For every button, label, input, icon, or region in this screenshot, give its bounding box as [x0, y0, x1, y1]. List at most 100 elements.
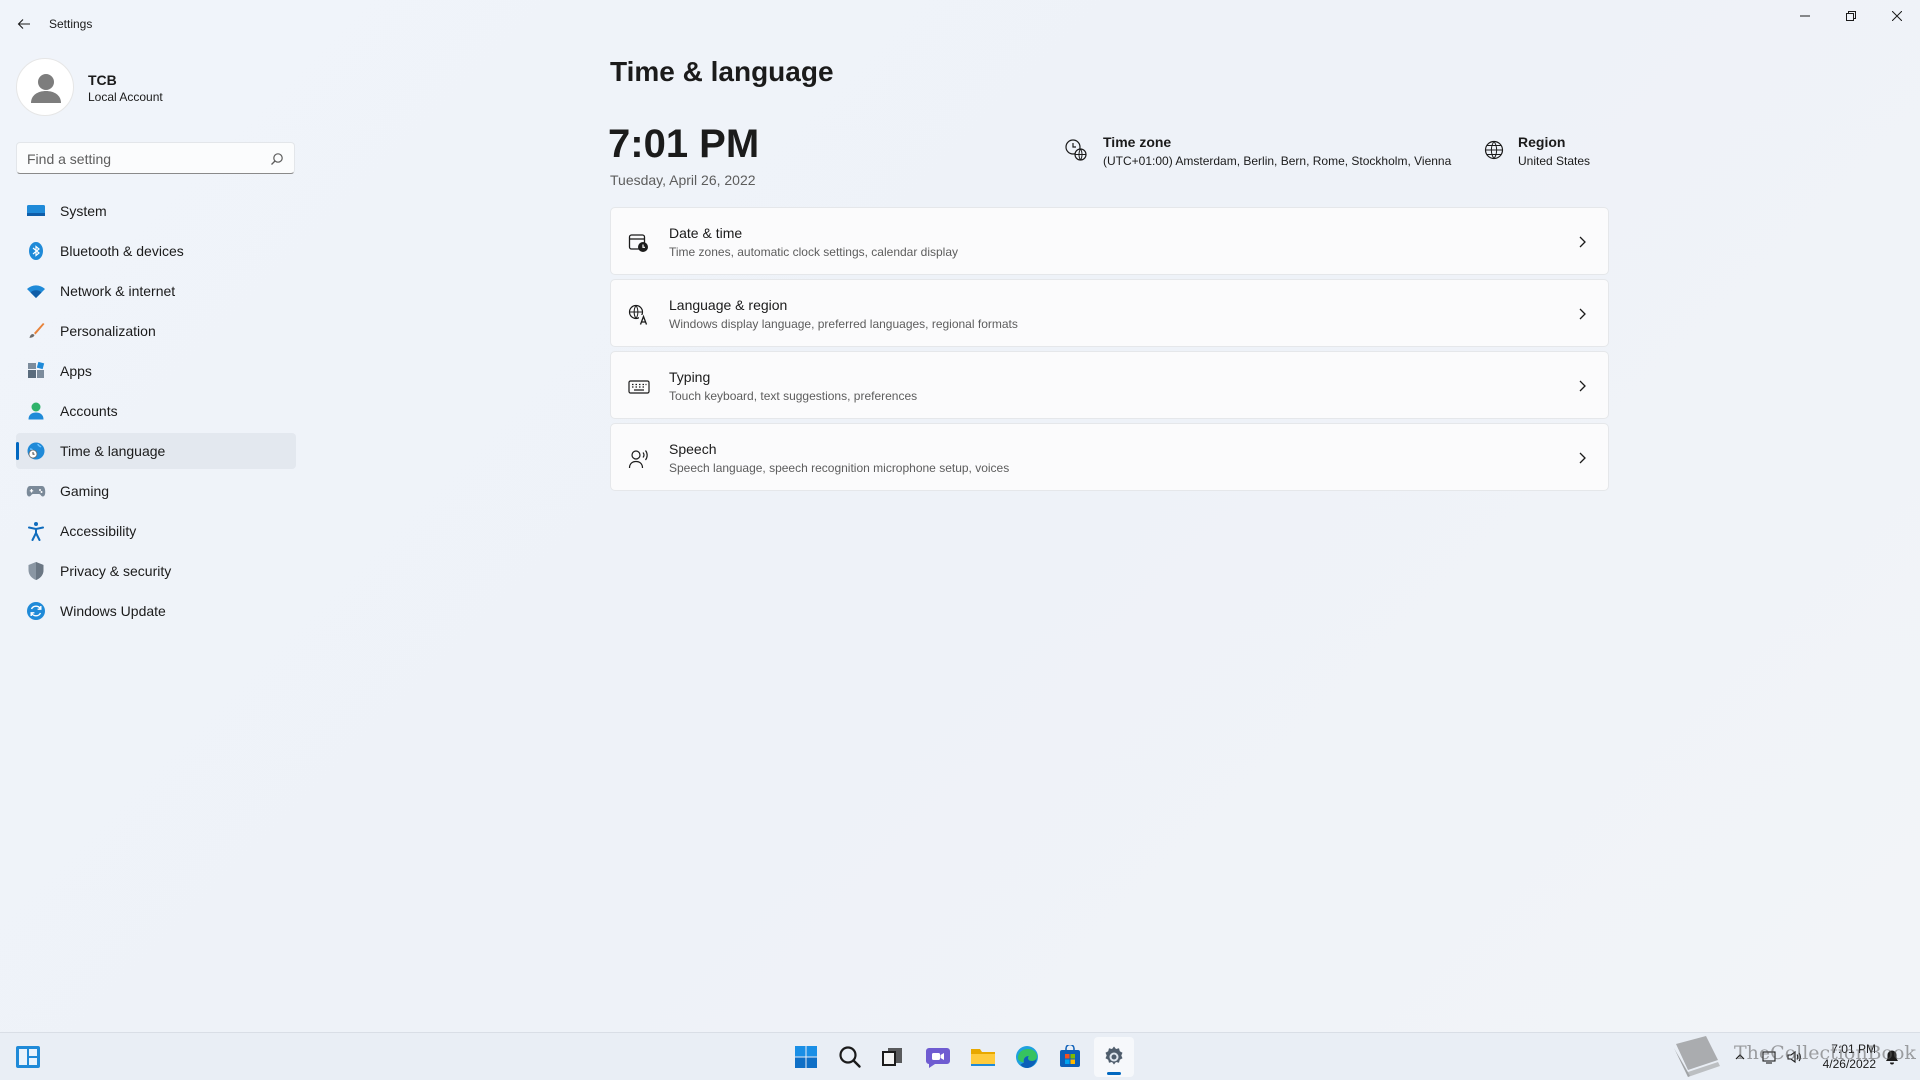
sidebar-item-label: Personalization — [60, 323, 156, 339]
accessibility-icon — [26, 521, 46, 541]
search-taskbar-button[interactable] — [830, 1037, 870, 1077]
chat-button[interactable] — [918, 1037, 958, 1077]
folder-icon — [971, 1049, 995, 1066]
sidebar-item-bluetooth[interactable]: Bluetooth & devices — [16, 233, 296, 269]
chevron-right-icon — [1579, 236, 1586, 248]
sidebar-item-privacy[interactable]: Privacy & security — [16, 553, 296, 589]
store-button[interactable] — [1050, 1037, 1090, 1077]
sidebar-item-label: Network & internet — [60, 283, 176, 299]
watermark-text: TheCollectionBook — [1734, 1042, 1916, 1064]
chat-icon — [926, 1048, 950, 1068]
apps-icon — [26, 361, 46, 381]
sidebar-item-label: Accounts — [60, 403, 118, 419]
system-icon — [26, 201, 46, 221]
accounts-icon — [26, 401, 46, 421]
title-bar: Settings — [0, 0, 1920, 48]
store-icon — [1060, 1045, 1080, 1067]
sidebar-item-label: Bluetooth & devices — [60, 243, 184, 259]
card-title: Typing — [669, 369, 711, 385]
edge-browser-icon — [1016, 1046, 1038, 1068]
typing-card[interactable]: Typing Touch keyboard, text suggestions,… — [610, 351, 1609, 419]
wifi-icon — [26, 281, 46, 301]
sidebar-item-time-language[interactable]: Time & language — [16, 433, 296, 469]
search-icon[interactable] — [270, 152, 284, 166]
sidebar-item-label: Accessibility — [60, 523, 137, 539]
gear-icon — [1105, 1046, 1123, 1065]
user-profile[interactable]: TCB Local Account — [16, 58, 296, 118]
sidebar-item-system[interactable]: System — [16, 193, 296, 229]
sidebar-item-accessibility[interactable]: Accessibility — [16, 513, 296, 549]
settings-window: Settings TCB Local Account Find a settin… — [0, 0, 1920, 1032]
time-zone-icon — [1065, 139, 1087, 161]
sidebar-item-gaming[interactable]: Gaming — [16, 473, 296, 509]
taskbar: 7:01 PM 4/26/2022 — [0, 1032, 1920, 1080]
back-button[interactable] — [12, 12, 36, 36]
task-view-icon — [882, 1048, 902, 1066]
task-view-button[interactable] — [872, 1037, 912, 1077]
update-icon — [26, 601, 46, 621]
settings-taskbar-button[interactable] — [1094, 1037, 1134, 1077]
chevron-right-icon — [1579, 380, 1586, 392]
globe-clock-icon — [26, 441, 46, 461]
account-type: Local Account — [88, 90, 163, 104]
edge-button[interactable] — [1007, 1037, 1047, 1077]
start-button[interactable] — [786, 1037, 826, 1077]
current-time: 7:01 PM — [608, 122, 760, 166]
search-icon — [839, 1046, 861, 1068]
restore-button[interactable] — [1828, 0, 1874, 32]
app-title: Settings — [49, 17, 93, 31]
sidebar-item-label: Apps — [60, 363, 92, 379]
sidebar-nav: System Bluetooth & devices Network & int… — [16, 193, 296, 633]
card-subtitle: Windows display language, preferred lang… — [669, 317, 1018, 331]
time-zone-title: Time zone — [1103, 134, 1172, 150]
region-value: United States — [1518, 154, 1591, 168]
sidebar-item-network[interactable]: Network & internet — [16, 273, 296, 309]
close-button[interactable] — [1874, 0, 1920, 32]
language-region-card[interactable]: Language & region Windows display langua… — [610, 279, 1609, 347]
gamepad-icon — [26, 481, 46, 501]
date-time-card[interactable]: Date & time Time zones, automatic clock … — [610, 207, 1609, 275]
globe-icon — [1484, 140, 1504, 160]
shield-icon — [26, 561, 46, 581]
current-date: Tuesday, April 26, 2022 — [610, 172, 756, 188]
time-zone-info: Time zone (UTC+01:00) Amsterdam, Berlin,… — [1064, 132, 1464, 172]
region-info: Region United States — [1482, 132, 1622, 172]
time-zone-value: (UTC+01:00) Amsterdam, Berlin, Bern, Rom… — [1103, 154, 1452, 168]
minimize-icon — [1800, 15, 1810, 17]
card-subtitle: Time zones, automatic clock settings, ca… — [669, 245, 959, 259]
widgets-button[interactable] — [8, 1037, 48, 1077]
settings-cards: Date & time Time zones, automatic clock … — [610, 207, 1609, 495]
sidebar-item-label: Windows Update — [60, 603, 166, 619]
page-title: Time & language — [610, 56, 834, 87]
chevron-right-icon — [1579, 308, 1586, 320]
widgets-icon — [16, 1046, 40, 1068]
minimize-button[interactable] — [1782, 0, 1828, 32]
sidebar-item-label: System — [60, 203, 107, 219]
card-title: Language & region — [669, 297, 788, 313]
speech-card[interactable]: Speech Speech language, speech recogniti… — [610, 423, 1609, 491]
language-icon — [628, 304, 650, 326]
sidebar-item-apps[interactable]: Apps — [16, 353, 296, 389]
card-title: Speech — [669, 441, 717, 457]
watermark: TheCollectionBook — [1668, 1034, 1918, 1078]
sidebar-item-windows-update[interactable]: Windows Update — [16, 593, 296, 629]
brush-icon — [26, 321, 46, 341]
card-subtitle: Speech language, speech recognition micr… — [669, 461, 1010, 475]
book-logo-icon — [1674, 1036, 1720, 1077]
sidebar-item-personalization[interactable]: Personalization — [16, 313, 296, 349]
sidebar-item-accounts[interactable]: Accounts — [16, 393, 296, 429]
user-name: TCB — [88, 72, 117, 88]
card-title: Date & time — [669, 225, 743, 241]
sidebar-item-label: Gaming — [60, 483, 110, 499]
speech-icon — [628, 448, 650, 470]
bluetooth-icon — [26, 241, 46, 261]
avatar — [16, 58, 74, 116]
file-explorer-button[interactable] — [963, 1037, 1003, 1077]
search-box — [16, 142, 295, 174]
search-input[interactable] — [27, 149, 257, 169]
chevron-right-icon — [1579, 452, 1586, 464]
restore-icon — [1846, 11, 1856, 21]
sidebar-item-label: Privacy & security — [60, 563, 172, 579]
calendar-clock-icon — [628, 232, 650, 254]
back-arrow-icon — [17, 19, 30, 29]
